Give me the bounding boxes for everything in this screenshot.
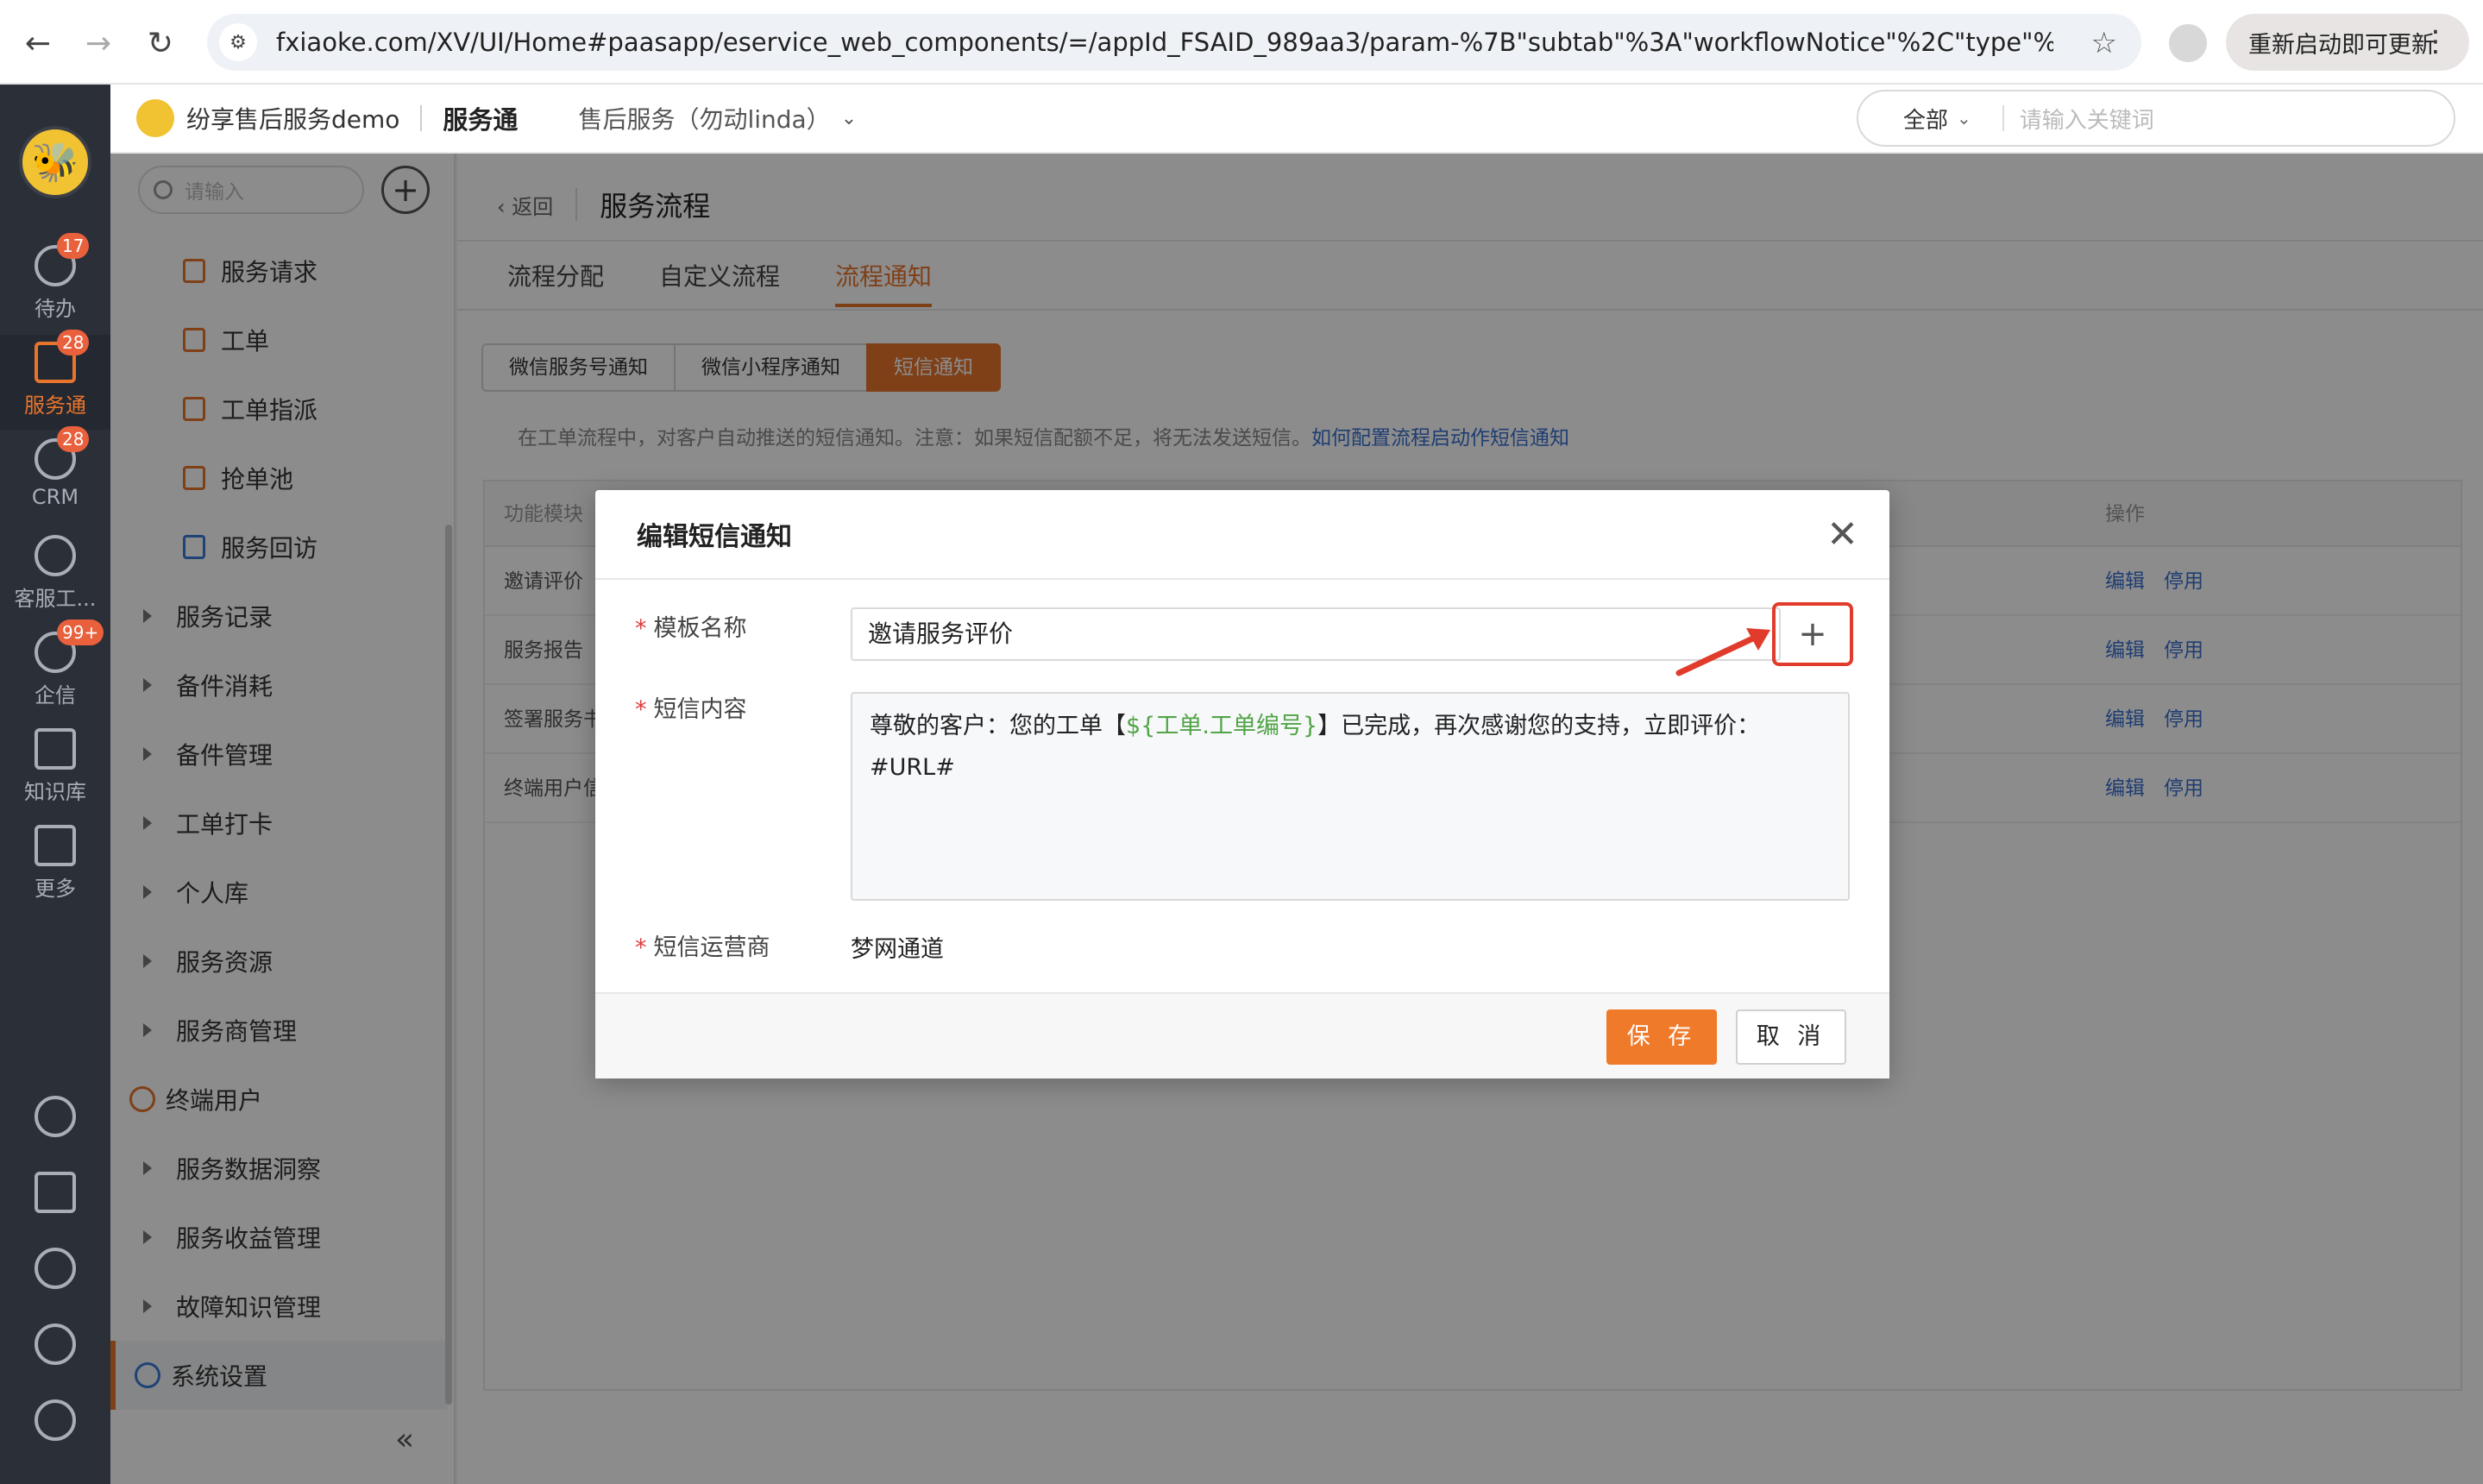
- sms-content-field[interactable]: 尊敬的客户：您的工单【${工单.工单编号}】已完成，再次感谢您的支持，立即评价：…: [851, 692, 1850, 901]
- headset-icon: [35, 535, 76, 576]
- grid-icon: [35, 825, 76, 866]
- label-text: 短信内容: [653, 696, 747, 723]
- dialog-footer: 保 存 取 消: [595, 992, 1889, 1078]
- edit-sms-dialog: 编辑短信通知 ✕ * 模板名称 邀请服务评价 + * 短信内容 尊敬的客户：您的工单…: [595, 490, 1889, 1078]
- rail-label: 知识库: [24, 780, 86, 804]
- chevron-down-icon[interactable]: ⌄: [841, 108, 857, 129]
- rail-item-knowledge[interactable]: 知识库: [0, 721, 110, 816]
- content-text: 尊敬的客户：您的工单【: [870, 713, 1126, 739]
- reload-icon[interactable]: ↻: [138, 21, 183, 66]
- back-arrow-icon[interactable]: ←: [16, 21, 60, 66]
- browser-toolbar: ← → ↻ ⚙ fxiaoke.com/XV/UI/Home#paasapp/e…: [0, 0, 2483, 85]
- required-mark: *: [635, 696, 647, 723]
- rail-item-crm[interactable]: CRM 28: [0, 426, 110, 526]
- rail-label: 更多: [35, 877, 76, 901]
- required-mark: *: [635, 934, 647, 961]
- user-avatar[interactable]: 🐝: [19, 126, 91, 198]
- help-icon[interactable]: [35, 1096, 76, 1137]
- search-divider: [2002, 105, 2004, 131]
- global-search[interactable]: 全部 ⌄ 请输入关键词: [1857, 90, 2455, 147]
- update-label: 重新启动即可更新: [2248, 31, 2435, 59]
- org-logo: [136, 99, 174, 137]
- rail-badge: 17: [57, 233, 90, 259]
- template-name-field[interactable]: 邀请服务评价: [851, 607, 1781, 661]
- carrier-label: * 短信运营商: [635, 928, 770, 962]
- dialog-title: 编辑短信通知: [637, 522, 792, 552]
- content-text: 】已完成，再次感谢您的支持，立即评价：: [1317, 713, 1761, 739]
- bookmark-star-icon[interactable]: ☆: [2091, 26, 2117, 60]
- chevron-down-icon[interactable]: ⌄: [1957, 108, 1971, 129]
- scope-selector[interactable]: 售后服务（勿动linda）: [578, 101, 830, 135]
- required-mark: *: [635, 615, 647, 642]
- forward-arrow-icon[interactable]: →: [76, 21, 121, 66]
- carrier-value: 梦网通道: [851, 936, 944, 963]
- rail-item-todo[interactable]: 待办 17: [0, 233, 110, 333]
- notebook-icon[interactable]: [35, 1172, 76, 1213]
- rail-label: 企信: [35, 683, 76, 707]
- rail-item-service[interactable]: 服务通 28: [0, 330, 110, 430]
- cancel-button[interactable]: 取 消: [1736, 1009, 1846, 1065]
- rail-item-chat[interactable]: 企信 99+: [0, 619, 110, 720]
- profile-avatar-icon[interactable]: [2169, 24, 2207, 62]
- address-bar[interactable]: ⚙ fxiaoke.com/XV/UI/Home#paasapp/eservic…: [207, 14, 2141, 71]
- save-button[interactable]: 保 存: [1606, 1009, 1717, 1065]
- template-name-label: * 模板名称: [635, 609, 747, 643]
- rail-label: 客服工...: [14, 587, 97, 611]
- rail-badge: 28: [57, 330, 90, 355]
- plus-icon: +: [1798, 614, 1827, 654]
- rail-item-more[interactable]: 更多: [0, 818, 110, 913]
- content-variable: ${工单.工单编号}: [1126, 713, 1318, 739]
- book-icon: [35, 728, 76, 770]
- clock-icon[interactable]: [35, 1248, 76, 1289]
- search-scope[interactable]: 全部: [1903, 103, 1948, 135]
- contacts-icon[interactable]: [35, 1324, 76, 1365]
- dialog-header: 编辑短信通知: [595, 490, 1889, 580]
- add-template-button[interactable]: +: [1772, 602, 1853, 666]
- update-button[interactable]: 重新启动即可更新 ⋮: [2226, 14, 2469, 71]
- close-icon[interactable]: ✕: [1826, 516, 1858, 554]
- app-name: 服务通: [443, 105, 519, 135]
- rail-item-support[interactable]: 客服工...: [0, 528, 110, 623]
- rail-badge: 99+: [57, 619, 104, 645]
- org-name[interactable]: 纷享售后服务demo: [186, 101, 399, 135]
- content-url-token: #URL#: [870, 754, 955, 781]
- rail-label: 待办: [35, 297, 76, 321]
- settings-gear-icon[interactable]: [35, 1399, 76, 1441]
- sms-content-label: * 短信内容: [635, 690, 747, 724]
- site-info-icon[interactable]: ⚙: [219, 23, 257, 61]
- search-input[interactable]: 请输入关键词: [2020, 103, 2154, 135]
- rail-label: CRM: [31, 485, 79, 509]
- rail-badge: 28: [57, 426, 90, 452]
- label-text: 短信运营商: [653, 934, 770, 961]
- url-text[interactable]: fxiaoke.com/XV/UI/Home#paasapp/eservice_…: [276, 28, 2053, 57]
- label-text: 模板名称: [653, 615, 747, 642]
- app-rail: 🐝 待办 17 服务通 28 CRM 28 客服工... 企信 99+ 知识库 …: [0, 85, 110, 1484]
- rail-label: 服务通: [24, 393, 86, 418]
- red-arrow-annotation: [1675, 628, 1770, 676]
- header-divider: [420, 105, 423, 131]
- more-menu-icon[interactable]: ⋮: [2421, 24, 2450, 59]
